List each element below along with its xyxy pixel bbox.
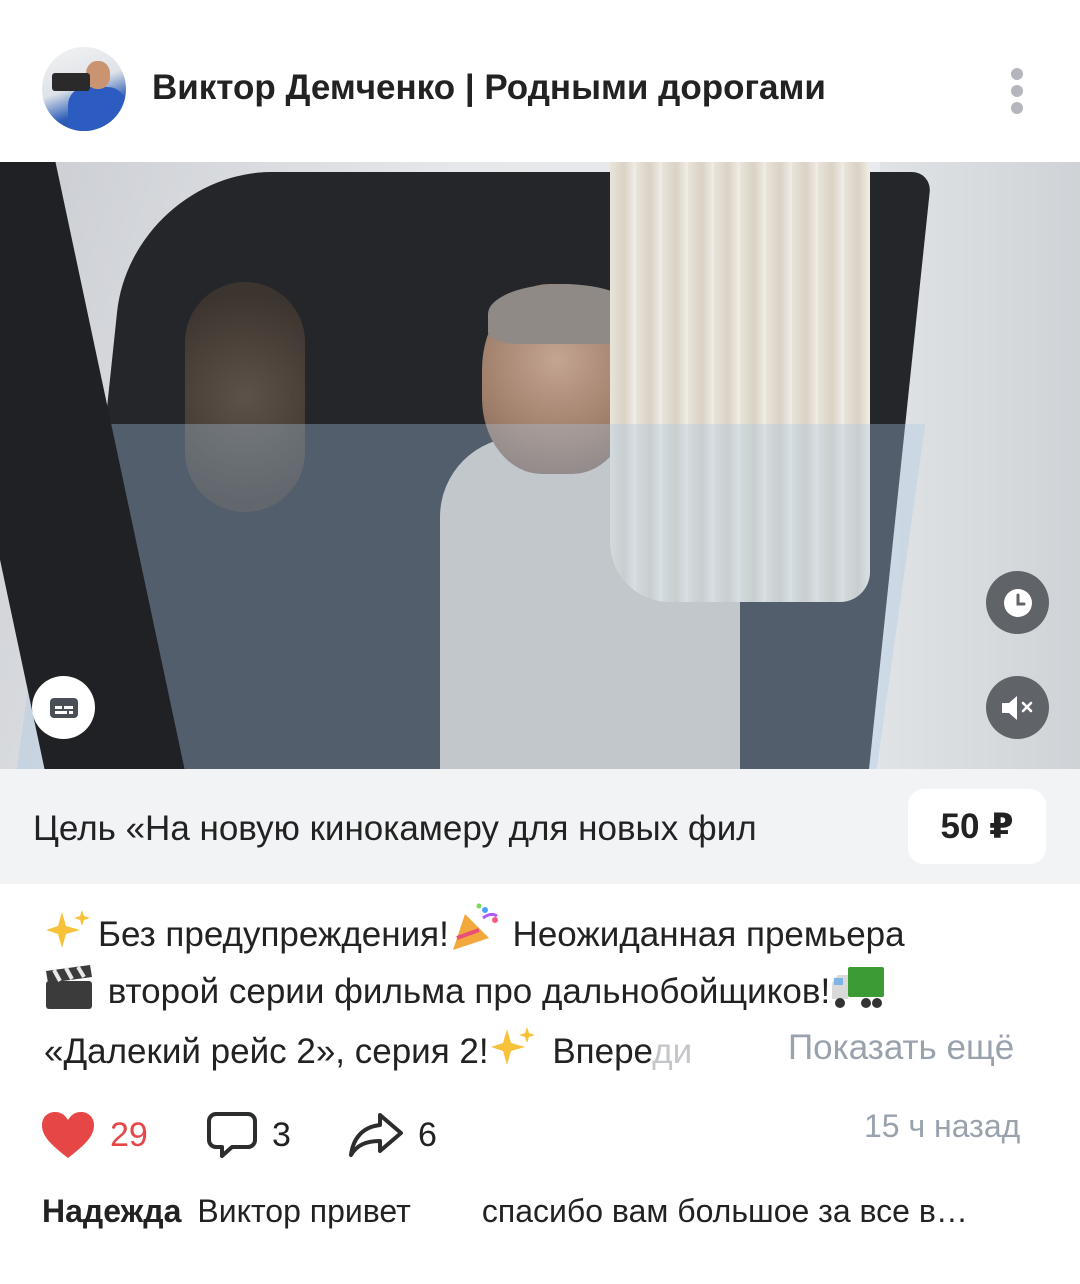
channel-avatar[interactable]: [42, 47, 126, 131]
goal-title: Цель «На новую кинокамеру для новых фил: [33, 809, 757, 848]
likes-count: 29: [110, 1115, 148, 1154]
sparkles-icon: [44, 906, 92, 954]
more-options-button[interactable]: [998, 64, 1036, 118]
like-button[interactable]: 29: [40, 1105, 148, 1165]
watch-later-button[interactable]: [986, 571, 1049, 634]
show-more-link[interactable]: Показать ещё: [782, 1028, 1015, 1068]
video-player[interactable]: [0, 162, 1080, 769]
donation-goal-bar[interactable]: Цель «На новую кинокамеру для новых фил …: [0, 769, 1080, 884]
post-text-line3a: «Далекий рейс 2», серия 2!: [44, 1032, 489, 1071]
comment-icon: [207, 1112, 257, 1158]
donate-amount-button[interactable]: 50 ₽: [908, 789, 1046, 864]
truck-icon: [830, 963, 885, 1011]
channel-name[interactable]: Виктор Демченко | Родными дорогами: [152, 68, 826, 108]
volume-muted-icon: [1001, 695, 1032, 720]
clock-icon: [1003, 588, 1032, 617]
more-vertical-icon: [1011, 68, 1023, 80]
mute-toggle-button[interactable]: [986, 676, 1049, 739]
party-popper-icon: [449, 902, 498, 950]
heart-icon: [42, 1112, 94, 1158]
post-timestamp: 15 ч назад: [864, 1108, 1021, 1144]
share-icon: [349, 1113, 403, 1157]
sparkles-icon-2: [489, 1023, 537, 1071]
clapper-board-icon: [44, 963, 92, 1011]
latest-comment-preview[interactable]: Надежда Виктор привет спасибо вам большое…: [42, 1193, 1042, 1230]
subtitles-button[interactable]: [32, 676, 95, 739]
post-text-line1a: Без предупреждения!: [98, 915, 449, 954]
shares-count: 6: [418, 1115, 437, 1154]
post-header: Виктор Демченко | Родными дорогами: [0, 0, 1080, 162]
share-button[interactable]: 6: [348, 1105, 437, 1165]
comments-count: 3: [272, 1115, 291, 1154]
post-text-line1b: Неожиданная премьера: [502, 915, 905, 954]
comment-text: Виктор привет спасибо вам большое за все…: [197, 1193, 968, 1229]
subtitles-icon: [49, 697, 78, 718]
comment-author[interactable]: Надежда: [42, 1193, 181, 1229]
post-text-line3-fade: ди: [652, 1032, 693, 1071]
comment-button[interactable]: 3: [206, 1105, 291, 1165]
post-text-line3b: Впере: [542, 1032, 653, 1071]
post-text-line2: второй серии фильма про дальнобойщиков!: [98, 972, 831, 1011]
